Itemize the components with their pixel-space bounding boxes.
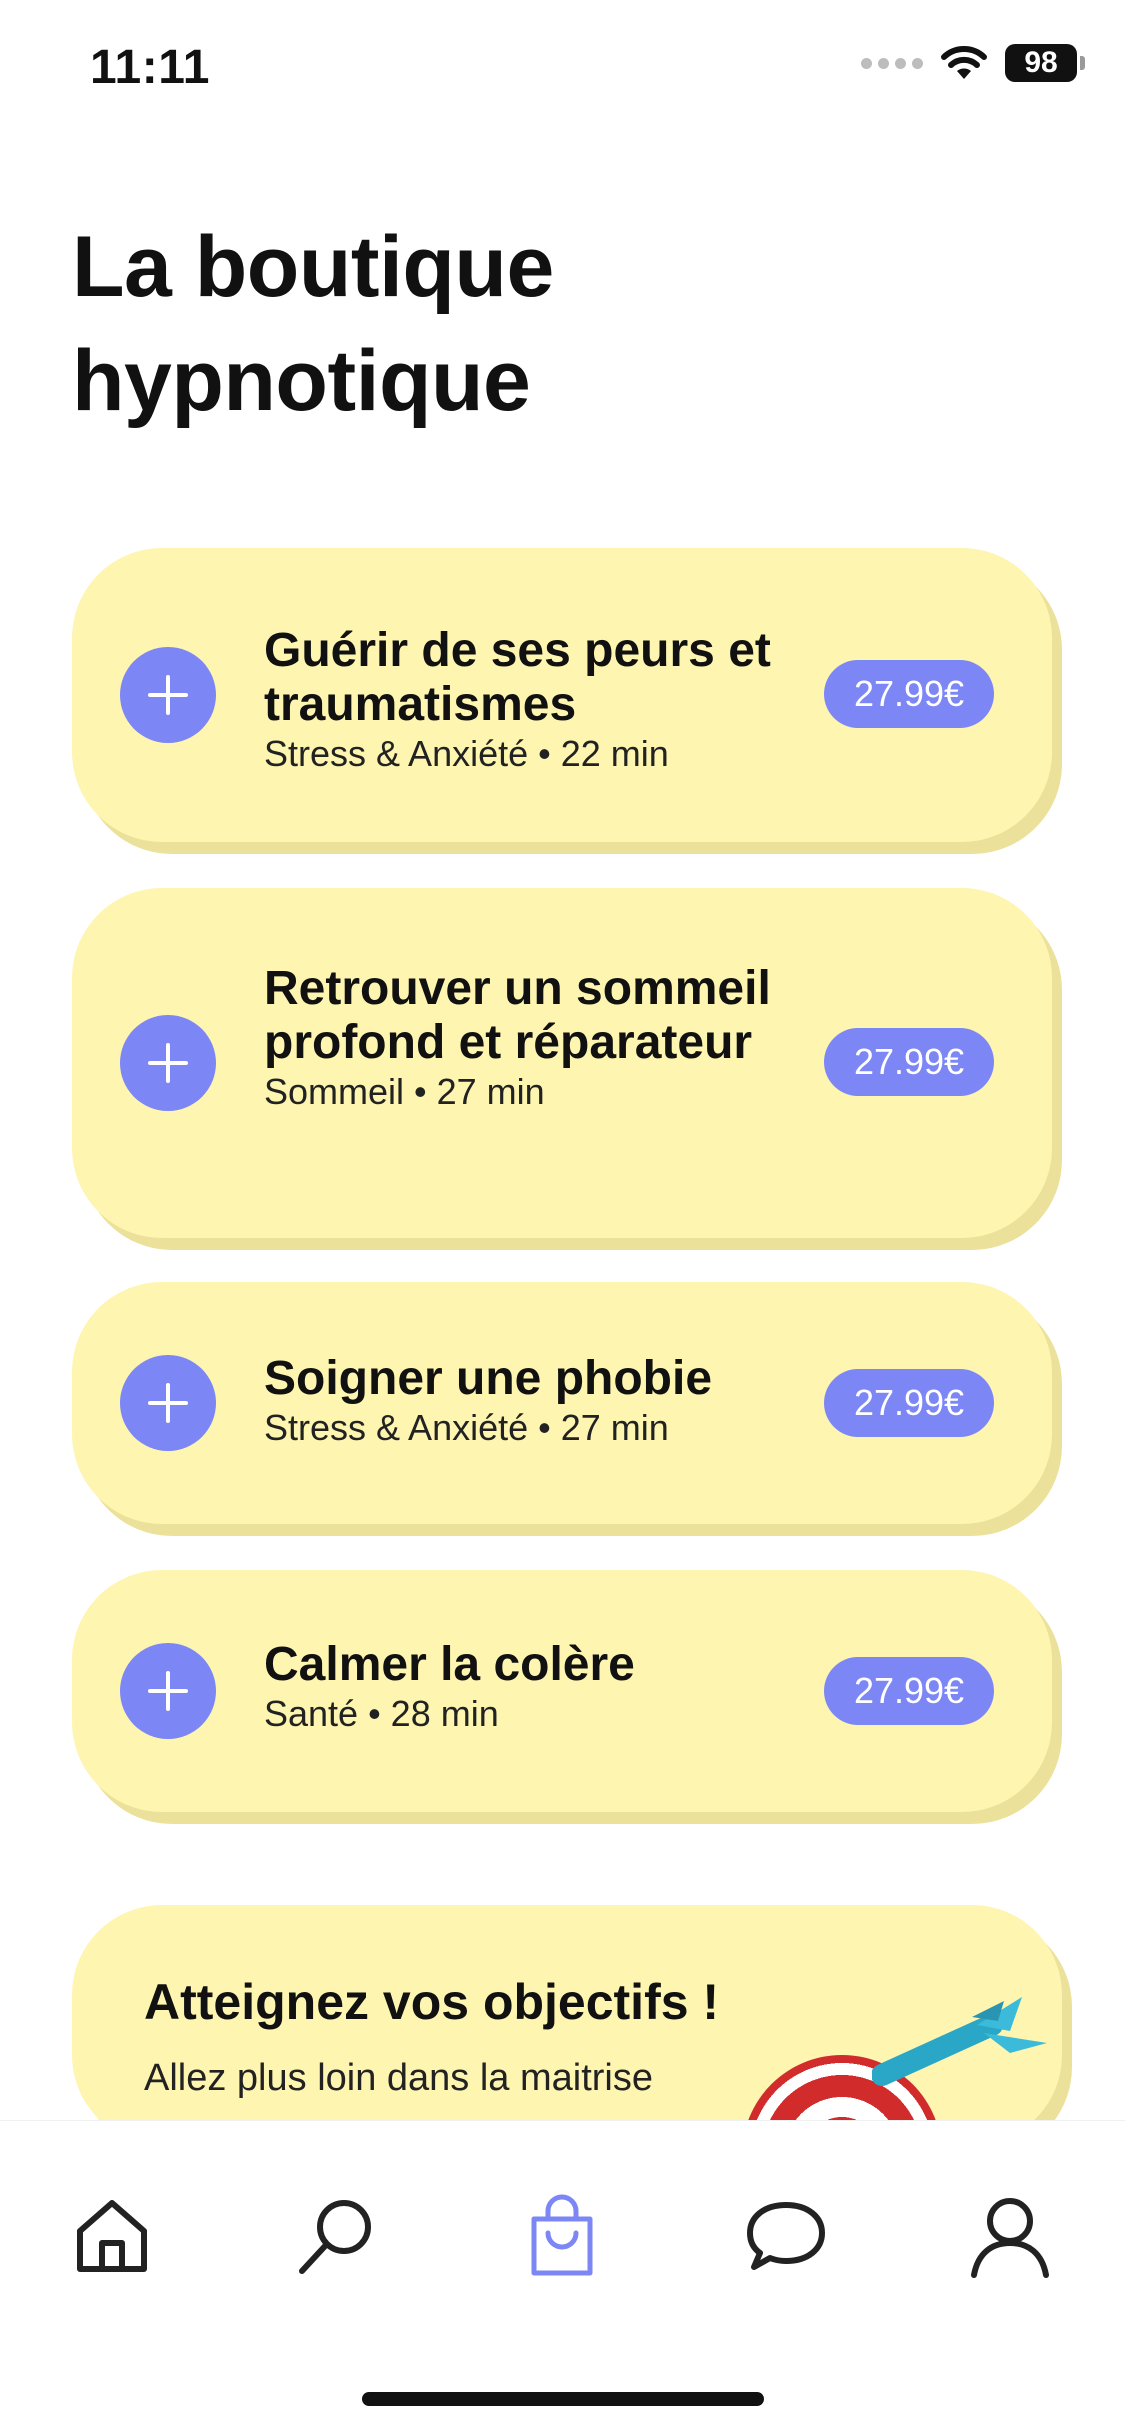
product-meta: Santé • 28 min bbox=[264, 1693, 499, 1734]
add-button[interactable] bbox=[120, 1015, 216, 1111]
product-title: Soigner une phobie bbox=[264, 1352, 713, 1405]
battery-icon: 98 bbox=[1005, 44, 1085, 82]
status-bar: 11:11 98 bbox=[0, 0, 1125, 140]
search-icon bbox=[299, 2200, 371, 2274]
product-card[interactable]: Soigner une phobie Stress & Anxiété • 27… bbox=[72, 1282, 1052, 1524]
product-title: Guérir de ses peurs et traumatismes bbox=[264, 624, 771, 731]
product-card[interactable]: Retrouver un sommeil profond et réparate… bbox=[72, 888, 1052, 1238]
cellular-signal-icon bbox=[861, 57, 923, 69]
product-meta: Stress & Anxiété • 22 min bbox=[264, 733, 669, 774]
add-button[interactable] bbox=[120, 647, 216, 743]
product-meta: Stress & Anxiété • 27 min bbox=[264, 1407, 669, 1448]
chat-icon bbox=[747, 2202, 825, 2270]
nav-profile[interactable] bbox=[966, 2191, 1054, 2279]
dart-illustration bbox=[872, 1997, 1047, 2086]
add-button[interactable] bbox=[120, 1355, 216, 1451]
nav-messages[interactable] bbox=[742, 2191, 830, 2279]
promo-text: Allez plus loin dans la maitrise bbox=[144, 2057, 654, 2099]
product-title: Retrouver un sommeil profond et réparate… bbox=[264, 962, 771, 1069]
product-title: Calmer la colère bbox=[264, 1638, 635, 1691]
home-icon bbox=[77, 2200, 147, 2272]
promo-title: Atteignez vos objectifs ! bbox=[144, 1974, 720, 2030]
status-indicators: 98 bbox=[861, 44, 1085, 82]
wifi-icon bbox=[941, 46, 987, 79]
promo-card[interactable]: Atteignez vos objectifs ! Allez plus loi… bbox=[72, 1905, 1062, 2145]
product-card[interactable]: Guérir de ses peurs et traumatismes Stre… bbox=[72, 548, 1052, 842]
bottom-nav bbox=[0, 2120, 1125, 2436]
battery-level: 98 bbox=[1024, 46, 1058, 79]
nav-search[interactable] bbox=[292, 2191, 380, 2279]
add-button[interactable] bbox=[120, 1643, 216, 1739]
profile-icon bbox=[971, 2198, 1049, 2278]
nav-home[interactable] bbox=[68, 2191, 156, 2279]
status-time: 11:11 bbox=[90, 41, 210, 94]
price-badge[interactable]: 27.99€ bbox=[824, 660, 994, 728]
home-indicator[interactable] bbox=[362, 2392, 764, 2406]
product-card[interactable]: Calmer la colère Santé • 28 min 27.99€ bbox=[72, 1570, 1052, 1812]
price-badge[interactable]: 27.99€ bbox=[824, 1657, 994, 1725]
shopping-bag-icon bbox=[531, 2194, 593, 2276]
product-meta: Sommeil • 27 min bbox=[264, 1071, 545, 1112]
nav-shop[interactable] bbox=[518, 2191, 606, 2279]
page-title: La boutique hypnotique bbox=[72, 219, 554, 429]
price-badge[interactable]: 27.99€ bbox=[824, 1369, 994, 1437]
price-badge[interactable]: 27.99€ bbox=[824, 1028, 994, 1096]
